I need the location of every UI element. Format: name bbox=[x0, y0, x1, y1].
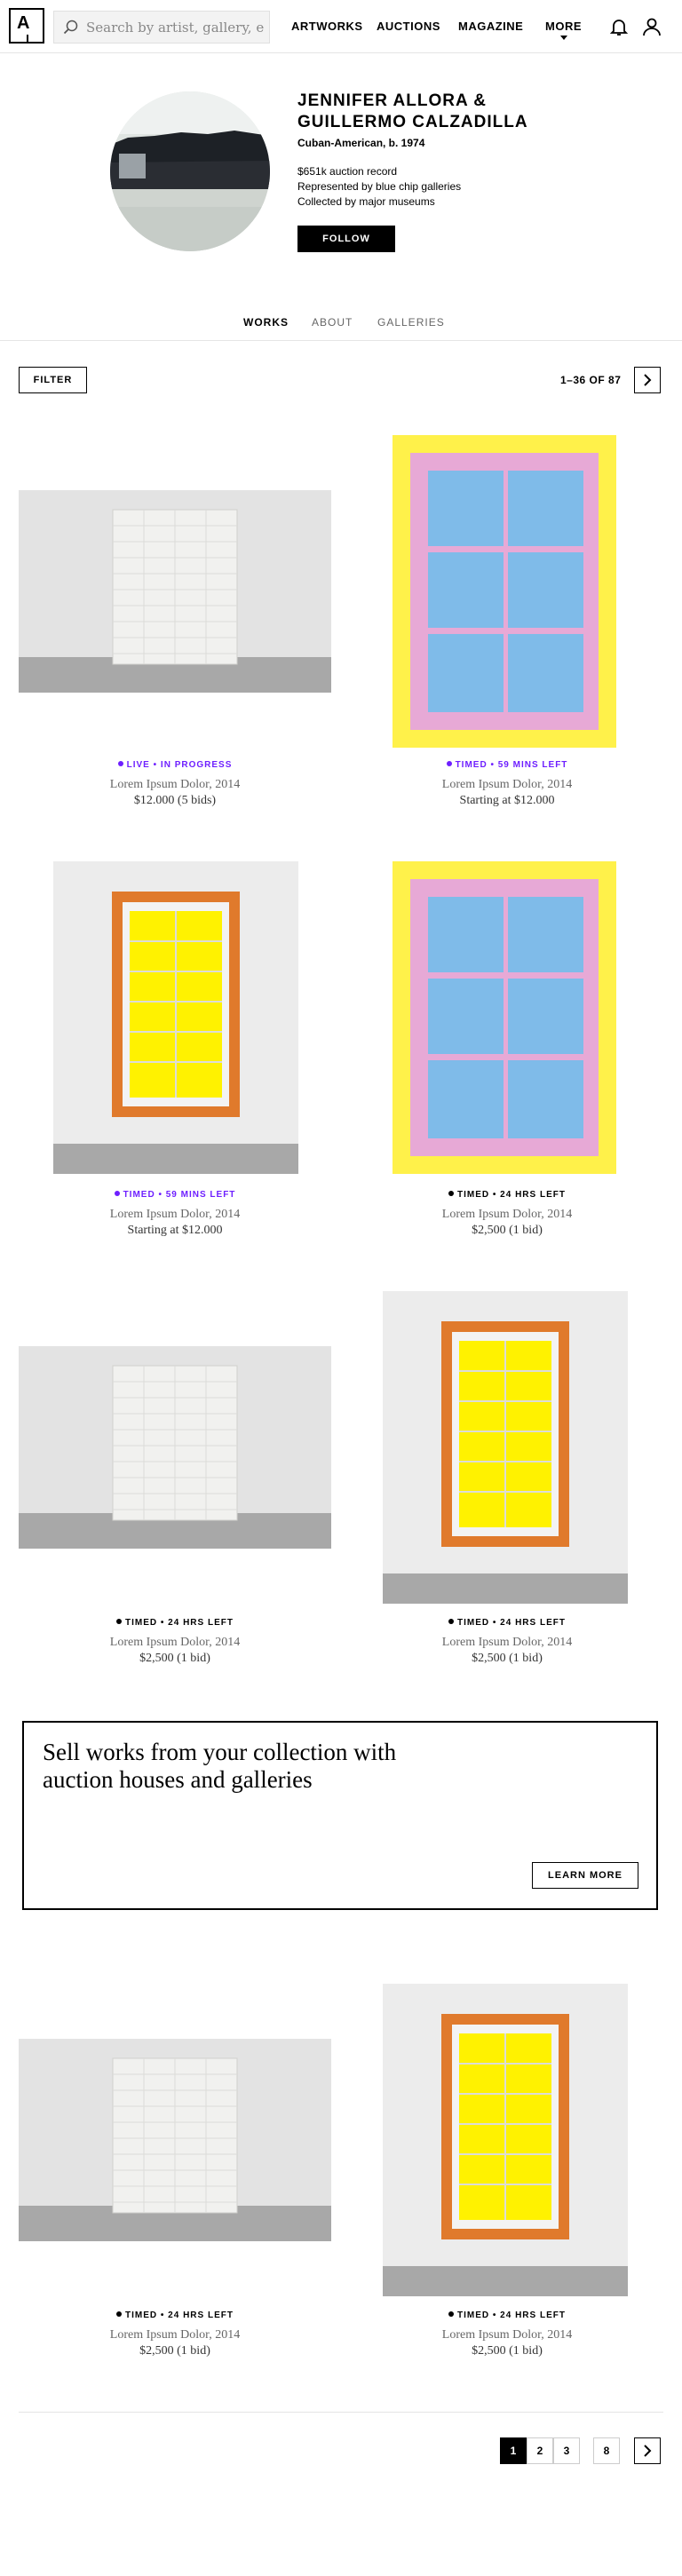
tab-galleries[interactable]: GALLERIES bbox=[377, 316, 445, 329]
artwork-caption: TIMED • 59 MINS LEFT Lorem Ipsum Dolor, … bbox=[19, 1190, 331, 1238]
paddle-icon bbox=[116, 2311, 123, 2317]
artwork-caption: LIVE • IN PROGRESS Lorem Ipsum Dolor, 20… bbox=[19, 760, 331, 808]
artwork-caption: TIMED • 24 HRS LEFT Lorem Ipsum Dolor, 2… bbox=[351, 1618, 663, 1666]
auction-status: TIMED • 59 MINS LEFT bbox=[351, 760, 663, 773]
artist-name: JENNIFER ALLORA & GUILLERMO CALZADILLA bbox=[297, 91, 528, 131]
page-button[interactable]: 2 bbox=[527, 2437, 553, 2464]
artwork-image[interactable] bbox=[383, 1984, 628, 2296]
artwork-price: Starting at $12.000 bbox=[459, 794, 555, 807]
artwork-title[interactable]: Lorem Ipsum Dolor, 2014 bbox=[19, 778, 331, 792]
chevron-down-icon bbox=[560, 36, 567, 40]
nav-auctions[interactable]: AUCTIONS bbox=[377, 20, 440, 33]
bell-icon[interactable] bbox=[608, 16, 630, 37]
chevron-right-icon bbox=[644, 374, 652, 386]
paddle-icon bbox=[446, 761, 452, 766]
paddle-icon bbox=[448, 1619, 455, 1624]
artwork-title[interactable]: Lorem Ipsum Dolor, 2014 bbox=[19, 2328, 331, 2342]
auction-status: TIMED • 59 MINS LEFT bbox=[19, 1190, 331, 1202]
search-input[interactable] bbox=[86, 19, 264, 36]
artwork-caption: TIMED • 24 HRS LEFT Lorem Ipsum Dolor, 2… bbox=[351, 2310, 663, 2358]
artwork-price: $2,500 (1 bid) bbox=[472, 1224, 543, 1237]
artwork-title[interactable]: Lorem Ipsum Dolor, 2014 bbox=[351, 1208, 663, 1222]
page-button[interactable]: 3 bbox=[553, 2437, 580, 2464]
artwork-caption: TIMED • 59 MINS LEFT Lorem Ipsum Dolor, … bbox=[351, 760, 663, 808]
learn-more-button[interactable]: LEARN MORE bbox=[532, 1862, 638, 1889]
artwork-price: $12.000 (5 bids) bbox=[133, 794, 217, 807]
artwork-title[interactable]: Lorem Ipsum Dolor, 2014 bbox=[351, 1636, 663, 1650]
artwork-image[interactable] bbox=[19, 490, 331, 693]
artwork-caption: TIMED • 24 HRS LEFT Lorem Ipsum Dolor, 2… bbox=[19, 1618, 331, 1666]
auction-status: TIMED • 24 HRS LEFT bbox=[19, 2310, 331, 2323]
artwork-price: $2,500 (1 bid) bbox=[472, 2344, 543, 2358]
artist-stat: Collected by major museums bbox=[297, 195, 435, 208]
divider bbox=[19, 2412, 663, 2413]
artwork-image[interactable] bbox=[53, 861, 298, 1174]
consign-banner: Sell works from your collection with auc… bbox=[22, 1721, 658, 1910]
artist-tabs: WORKS ABOUT GALLERIES bbox=[0, 307, 682, 341]
next-page-button[interactable] bbox=[634, 2437, 661, 2464]
page-button[interactable]: 1 bbox=[500, 2437, 527, 2464]
paddle-icon bbox=[116, 1619, 123, 1624]
nav-magazine[interactable]: MAGAZINE bbox=[458, 20, 523, 33]
artwork-price: $2,500 (1 bid) bbox=[139, 2344, 210, 2358]
auction-status: TIMED • 24 HRS LEFT bbox=[351, 1190, 663, 1202]
chevron-right-icon bbox=[644, 2445, 652, 2457]
page-button[interactable]: 8 bbox=[593, 2437, 620, 2464]
nav-artworks[interactable]: ARTWORKS bbox=[291, 20, 363, 33]
auction-status: TIMED • 24 HRS LEFT bbox=[19, 1618, 331, 1630]
consign-headline: Sell works from your collection with auc… bbox=[43, 1739, 397, 1793]
auction-status: LIVE • IN PROGRESS bbox=[19, 760, 331, 773]
artwork-image[interactable] bbox=[393, 861, 616, 1174]
artist-nationality: Cuban-American, b. 1974 bbox=[297, 137, 425, 149]
paddle-icon bbox=[117, 761, 123, 766]
artwork-title[interactable]: Lorem Ipsum Dolor, 2014 bbox=[19, 1208, 331, 1222]
artwork-price: Starting at $12.000 bbox=[127, 1224, 223, 1237]
artwork-title[interactable]: Lorem Ipsum Dolor, 2014 bbox=[19, 1636, 331, 1650]
filter-button[interactable]: FILTER bbox=[19, 367, 87, 393]
paddle-icon bbox=[448, 2311, 455, 2317]
paddle-icon bbox=[114, 1191, 120, 1196]
results-count: 1–36 OF 87 bbox=[560, 374, 622, 386]
paddle-icon bbox=[448, 1191, 455, 1196]
artwork-image[interactable] bbox=[19, 2039, 331, 2241]
search-icon bbox=[63, 20, 78, 35]
artwork-image[interactable] bbox=[393, 435, 616, 748]
artsy-logo[interactable]: A bbox=[9, 8, 44, 44]
tab-about[interactable]: ABOUT bbox=[312, 316, 353, 329]
follow-button[interactable]: FOLLOW bbox=[297, 226, 395, 252]
artwork-title[interactable]: Lorem Ipsum Dolor, 2014 bbox=[351, 2328, 663, 2342]
user-icon[interactable] bbox=[641, 16, 662, 37]
artwork-title[interactable]: Lorem Ipsum Dolor, 2014 bbox=[351, 778, 663, 792]
top-nav-bar: A ARTWORKS AUCTIONS MAGAZINE MORE bbox=[0, 0, 682, 53]
artist-avatar bbox=[110, 91, 270, 251]
artwork-image[interactable] bbox=[383, 1291, 628, 1604]
search-box[interactable] bbox=[53, 11, 270, 44]
next-page-button[interactable] bbox=[634, 367, 661, 393]
artist-stat: $651k auction record bbox=[297, 165, 398, 178]
auction-status: TIMED • 24 HRS LEFT bbox=[351, 2310, 663, 2323]
auction-status: TIMED • 24 HRS LEFT bbox=[351, 1618, 663, 1630]
artist-stat: Represented by blue chip galleries bbox=[297, 180, 462, 193]
artwork-price: $2,500 (1 bid) bbox=[139, 1652, 210, 1665]
artwork-image[interactable] bbox=[19, 1346, 331, 1549]
artwork-price: $2,500 (1 bid) bbox=[472, 1652, 543, 1665]
artwork-caption: TIMED • 24 HRS LEFT Lorem Ipsum Dolor, 2… bbox=[351, 1190, 663, 1238]
nav-more[interactable]: MORE bbox=[545, 20, 582, 33]
artwork-caption: TIMED • 24 HRS LEFT Lorem Ipsum Dolor, 2… bbox=[19, 2310, 331, 2358]
tab-works[interactable]: WORKS bbox=[243, 316, 289, 329]
